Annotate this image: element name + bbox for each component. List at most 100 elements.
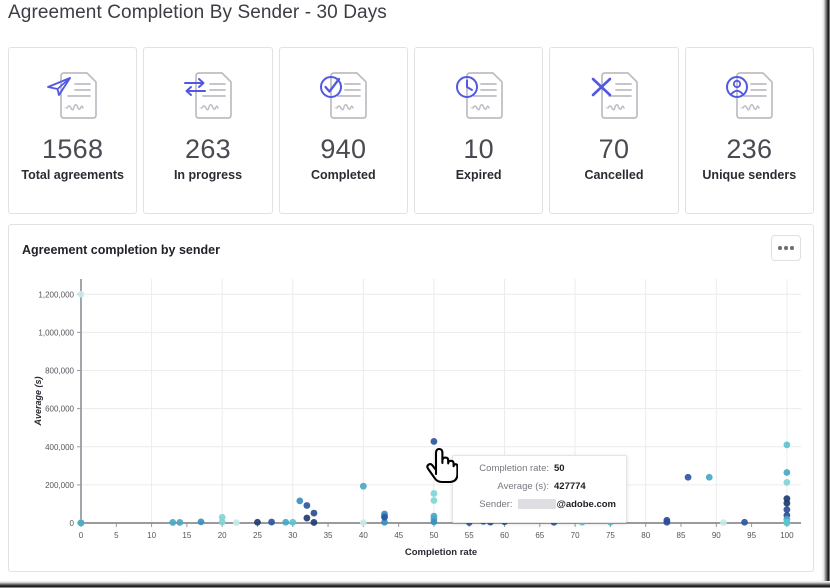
- scatter-point[interactable]: [310, 509, 318, 517]
- x-axis-tick-label: 5: [114, 531, 119, 540]
- scatter-point[interactable]: [359, 519, 367, 527]
- scatter-point[interactable]: [296, 497, 304, 505]
- kpi-label: In progress: [173, 168, 243, 183]
- scatter-point[interactable]: [741, 518, 748, 526]
- scatter-point[interactable]: [430, 490, 438, 497]
- x-axis-title: Completion rate: [405, 547, 477, 558]
- scatter-point[interactable]: [705, 473, 713, 481]
- x-axis-tick-label: 85: [677, 531, 686, 540]
- scatter-point[interactable]: [289, 518, 297, 526]
- kpi-value: 10: [463, 134, 494, 164]
- x-axis-tick-label: 80: [641, 531, 650, 540]
- scatter-point[interactable]: [254, 518, 261, 526]
- kpi-card[interactable]: × 236 Unique senders: [684, 47, 814, 214]
- svg-text:×: ×: [199, 107, 202, 112]
- more-dot-icon: [790, 246, 794, 250]
- kpi-card[interactable]: × 940 Completed: [278, 47, 408, 214]
- chart-title: Agreement completion by sender: [22, 243, 220, 257]
- chart-point-tooltip: Completion rate: 50 Average (s): 427774 …: [452, 455, 627, 523]
- y-axis-title: Average (s): [33, 376, 43, 426]
- svg-text:×: ×: [470, 107, 473, 112]
- scatter-point[interactable]: [719, 519, 727, 527]
- scatter-plot-svg[interactable]: 0 200,000 400,000 600,000 800,000 1,000,000 1,…: [9, 265, 813, 571]
- scatter-point[interactable]: [783, 469, 791, 476]
- scatter-point[interactable]: [783, 499, 791, 507]
- scatter-point[interactable]: [268, 518, 275, 526]
- x-axis-tick-label: 10: [147, 531, 156, 540]
- sender-domain: @adobe.com: [556, 499, 616, 510]
- user-circle-document-icon: ×: [718, 65, 780, 125]
- scatter-point[interactable]: [303, 514, 311, 522]
- x-axis-tick-label: 40: [359, 531, 368, 540]
- scatter-point[interactable]: [176, 519, 184, 526]
- kpi-value: 70: [598, 134, 630, 164]
- scatter-point[interactable]: [381, 513, 388, 521]
- scatter-point[interactable]: [783, 478, 791, 486]
- exchange-arrows-document-icon: ×: [177, 65, 239, 125]
- kpi-card[interactable]: × 10 Expired: [413, 47, 544, 214]
- x-axis-tick-label: 90: [712, 531, 721, 540]
- scatter-point[interactable]: [218, 518, 226, 526]
- tooltip-value: 427774: [554, 481, 586, 492]
- kpi-value: 940: [320, 134, 367, 164]
- x-axis-tick-label: 35: [324, 531, 333, 540]
- y-axis-tick-label: 1,000,000: [38, 328, 74, 337]
- svg-text:×: ×: [605, 107, 608, 112]
- x-cross-document-icon: ×: [583, 65, 645, 125]
- kpi-card[interactable]: × 1568 Total agreements: [8, 47, 138, 214]
- scatter-point[interactable]: [197, 518, 205, 526]
- scatter-point[interactable]: [77, 519, 85, 527]
- scatter-point[interactable]: [783, 441, 791, 449]
- x-axis-tick-label: 20: [218, 531, 227, 540]
- chart-panel-header: Agreement completion by sender: [9, 225, 813, 265]
- scatter-point[interactable]: [282, 518, 290, 526]
- scatter-point[interactable]: [430, 497, 438, 504]
- scatter-point[interactable]: [359, 482, 367, 490]
- scatter-point[interactable]: [77, 290, 85, 298]
- svg-text:×: ×: [740, 107, 743, 112]
- clock-document-icon: ×: [448, 65, 510, 125]
- kpi-label: Expired: [455, 168, 502, 183]
- paper-plane-document-icon: ×: [42, 65, 104, 125]
- scatter-point[interactable]: [783, 519, 791, 527]
- tooltip-row-sender: Sender: @adobe.com: [453, 499, 616, 517]
- kpi-value: 263: [185, 134, 231, 164]
- x-axis-tick-label: 60: [500, 531, 509, 540]
- kpi-card[interactable]: × 263 In progress: [143, 47, 273, 214]
- scatter-point[interactable]: [430, 438, 438, 445]
- y-axis-tick-label: 1,200,000: [38, 290, 74, 299]
- tooltip-key: Sender:: [479, 499, 513, 510]
- x-axis-tick-label: 15: [182, 531, 191, 540]
- tooltip-key: Completion rate:: [479, 463, 549, 474]
- chart-panel: Agreement completion by sender 0 200,000 4…: [8, 224, 814, 572]
- scatter-plot-area[interactable]: 0 200,000 400,000 600,000 800,000 1,000,000 1,…: [9, 265, 813, 571]
- chart-more-options-button[interactable]: [771, 235, 801, 261]
- kpi-card[interactable]: × 70 Cancelled: [549, 47, 679, 214]
- kpi-label: Total agreements: [21, 168, 124, 183]
- x-axis-tick-label: 100: [780, 531, 794, 540]
- x-axis-tick-label: 55: [465, 531, 474, 540]
- tooltip-value: 50: [554, 463, 565, 474]
- tooltip-row: Average (s): 427774: [453, 481, 616, 499]
- scatter-point[interactable]: [169, 519, 177, 526]
- y-axis-tick-label: 800,000: [45, 367, 74, 376]
- y-axis-tick-label: 600,000: [45, 405, 74, 414]
- scatter-point[interactable]: [310, 519, 318, 526]
- scatter-point[interactable]: [232, 519, 240, 527]
- scatter-point[interactable]: [663, 518, 671, 526]
- x-axis-tick-label: 75: [606, 531, 615, 540]
- kpi-card-row: × 1568 Total agreements × 263 In progress …: [8, 47, 814, 214]
- scatter-point[interactable]: [430, 518, 438, 526]
- x-axis-tick-label: 65: [535, 531, 544, 540]
- window-right-shadow: [821, 0, 830, 581]
- more-dot-icon: [784, 246, 788, 250]
- y-axis-tick-label: 400,000: [45, 443, 74, 452]
- tooltip-row: Completion rate: 50: [453, 463, 616, 481]
- kpi-value: 1568: [42, 134, 104, 164]
- y-axis-tick-label: 0: [70, 519, 75, 528]
- scatter-point[interactable]: [684, 473, 692, 481]
- x-axis-tick-label: 45: [394, 531, 403, 540]
- tooltip-key: Average (s):: [497, 481, 549, 492]
- scatter-point[interactable]: [303, 502, 311, 509]
- kpi-label: Cancelled: [584, 168, 644, 183]
